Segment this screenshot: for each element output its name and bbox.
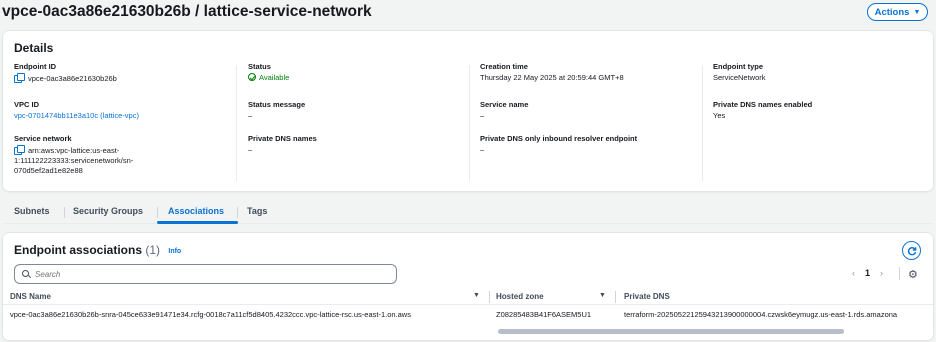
associations-count: (1) bbox=[145, 243, 161, 257]
tab-associations[interactable]: Associations bbox=[168, 206, 224, 216]
column-divider bbox=[702, 65, 703, 181]
endpoint-type-label: Endpoint type bbox=[713, 62, 763, 71]
pagination-next-button[interactable]: › bbox=[880, 268, 883, 278]
service-network-line-2: 1:111122223333:servicenetwork/sn- bbox=[14, 156, 134, 165]
sort-caret-icon[interactable]: ▼ bbox=[473, 292, 480, 299]
status-message-field: Status message – bbox=[248, 100, 468, 121]
private-dns-enabled-field: Private DNS names enabled Yes bbox=[713, 100, 933, 121]
endpoint-id-label: Endpoint ID bbox=[14, 62, 57, 71]
service-name-field: Service name – bbox=[480, 100, 700, 121]
pagination-previous-button[interactable]: ‹ bbox=[852, 268, 855, 278]
service-name-label: Service name bbox=[480, 100, 529, 109]
associations-heading: Endpoint associations (1) Info bbox=[14, 243, 181, 257]
column-header-hosted-zone[interactable]: Hosted zone bbox=[496, 292, 544, 301]
tab-divider bbox=[237, 207, 238, 218]
column-divider bbox=[615, 291, 616, 303]
status-field: Status Available bbox=[248, 62, 468, 83]
copy-icon[interactable] bbox=[14, 145, 25, 155]
actions-label: Actions bbox=[874, 6, 910, 18]
tab-subnets[interactable]: Subnets bbox=[14, 206, 50, 216]
tab-security-groups[interactable]: Security Groups bbox=[73, 206, 143, 216]
caret-down-icon: ▼ bbox=[913, 8, 921, 16]
column-divider bbox=[469, 65, 470, 181]
cell-hosted-zone: Z08285483B41F6ASEM5U1 bbox=[496, 310, 592, 319]
private-dns-names-label: Private DNS names bbox=[248, 134, 317, 143]
search-field[interactable] bbox=[14, 264, 397, 284]
details-panel: Details Endpoint ID vpce-0ac3a86e21630b2… bbox=[3, 31, 933, 191]
cell-private-dns: terraform-20250522125943213900000004.czw… bbox=[624, 310, 898, 319]
service-network-value: arn:aws:vpc-lattice:us-east- 1:111122223… bbox=[14, 145, 234, 176]
tab-divider bbox=[64, 207, 65, 218]
vpc-id-field: VPC ID vpc-0701474bb11e3a10c (lattice-vp… bbox=[14, 100, 234, 121]
endpoint-id-value-row: vpce-0ac3a86e21630b26b bbox=[14, 73, 234, 84]
service-network-label: Service network bbox=[14, 134, 72, 143]
private-dns-enabled-label: Private DNS names enabled bbox=[713, 100, 813, 109]
tab-divider bbox=[157, 207, 158, 218]
settings-icon[interactable]: ⚙ bbox=[908, 268, 918, 281]
column-header-private-dns[interactable]: Private DNS bbox=[624, 292, 670, 301]
endpoint-type-field: Endpoint type ServiceNetwork bbox=[713, 62, 933, 83]
creation-time-field: Creation time Thursday 22 May 2025 at 20… bbox=[480, 62, 700, 83]
refresh-button[interactable] bbox=[902, 241, 921, 260]
status-value-row: Available bbox=[248, 73, 468, 83]
endpoint-associations-panel: Endpoint associations (1) Info ‹ 1 › ⚙ DNS… bbox=[3, 233, 933, 340]
status-success-icon bbox=[248, 73, 256, 81]
table-header: DNS Name ▼ Hosted zone ▼ Private DNS bbox=[3, 289, 933, 305]
endpoint-id-value: vpce-0ac3a86e21630b26b bbox=[28, 74, 117, 83]
private-dns-names-field: Private DNS names – bbox=[248, 134, 468, 155]
copy-icon[interactable] bbox=[14, 73, 25, 83]
private-dns-inbound-field: Private DNS only inbound resolver endpoi… bbox=[480, 134, 700, 155]
sort-caret-icon[interactable]: ▼ bbox=[599, 292, 606, 299]
horizontal-scrollbar[interactable] bbox=[498, 329, 844, 334]
service-network-line-3: 070d5ef2ad1e82e88 bbox=[14, 166, 83, 175]
status-label: Status bbox=[248, 62, 271, 71]
private-dns-inbound-value: – bbox=[480, 145, 485, 154]
refresh-icon bbox=[907, 246, 916, 255]
column-divider bbox=[236, 65, 237, 181]
actions-button[interactable]: Actions ▼ bbox=[867, 3, 928, 21]
status-message-value: – bbox=[248, 111, 253, 120]
status-value: Available bbox=[259, 73, 290, 82]
pagination-divider bbox=[899, 267, 900, 280]
private-dns-inbound-label: Private DNS only inbound resolver endpoi… bbox=[480, 134, 638, 143]
endpoint-id-field: Endpoint ID vpce-0ac3a86e21630b26b bbox=[14, 62, 234, 84]
search-input[interactable] bbox=[35, 268, 385, 281]
pagination-page-1[interactable]: 1 bbox=[865, 268, 870, 278]
creation-time-value: Thursday 22 May 2025 at 20:59:44 GMT+8 bbox=[480, 73, 624, 82]
endpoint-type-value: ServiceNetwork bbox=[713, 73, 766, 82]
status-message-label: Status message bbox=[248, 100, 306, 109]
vpc-id-label: VPC ID bbox=[14, 100, 40, 109]
active-tab-indicator bbox=[157, 221, 238, 224]
page-header: vpce-0ac3a86e21630b26b / lattice-service… bbox=[0, 0, 936, 26]
creation-time-label: Creation time bbox=[480, 62, 528, 71]
associations-title: Endpoint associations bbox=[14, 243, 143, 257]
tab-tags[interactable]: Tags bbox=[247, 206, 267, 216]
service-network-line-1: arn:aws:vpc-lattice:us-east- bbox=[28, 146, 120, 155]
page-title: vpce-0ac3a86e21630b26b / lattice-service… bbox=[2, 3, 372, 20]
cell-dns-name: vpce-0ac3a86e21630b26b-snra-045ce633e914… bbox=[10, 310, 411, 319]
private-dns-enabled-value: Yes bbox=[713, 111, 726, 120]
pagination: ‹ 1 › bbox=[852, 268, 883, 278]
service-name-value: – bbox=[480, 111, 485, 120]
private-dns-names-value: – bbox=[248, 145, 253, 154]
search-icon bbox=[22, 270, 29, 277]
column-header-dns-name[interactable]: DNS Name bbox=[10, 292, 51, 301]
vpc-id-link[interactable]: vpc-0701474bb11e3a10c (lattice-vpc) bbox=[14, 111, 234, 121]
tab-bar: Subnets Security Groups Associations Tag… bbox=[3, 200, 933, 224]
details-title: Details bbox=[14, 41, 54, 55]
info-link[interactable]: Info bbox=[168, 248, 181, 255]
table-row: vpce-0ac3a86e21630b26b-snra-045ce633e914… bbox=[3, 306, 933, 322]
service-network-field: Service network arn:aws:vpc-lattice:us-e… bbox=[14, 134, 234, 176]
column-divider bbox=[489, 291, 490, 303]
